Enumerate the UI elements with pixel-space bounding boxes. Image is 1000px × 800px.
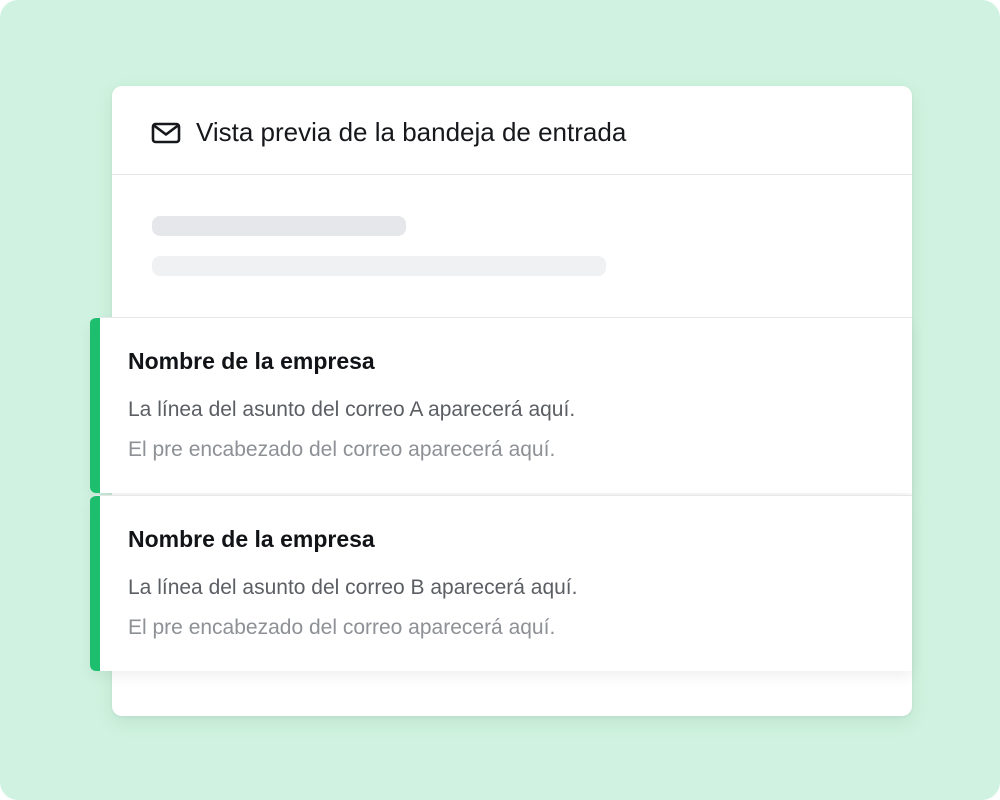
email-preview-a[interactable]: Nombre de la empresa La línea del asunto… <box>90 317 912 493</box>
email-subject: La línea del asunto del correo A aparece… <box>128 398 576 421</box>
skeleton-line-1 <box>152 216 406 236</box>
page-background: Vista previa de la bandeja de entrada No… <box>0 0 1000 800</box>
card-header: Vista previa de la bandeja de entrada <box>112 86 912 175</box>
email-subject: La línea del asunto del correo B aparece… <box>128 576 578 599</box>
email-preview-b[interactable]: Nombre de la empresa La línea del asunto… <box>90 495 912 671</box>
email-sender: Nombre de la empresa <box>128 348 375 374</box>
email-sender: Nombre de la empresa <box>128 526 375 552</box>
skeleton-line-2 <box>152 256 606 276</box>
accent-bar <box>90 318 100 493</box>
page-title: Vista previa de la bandeja de entrada <box>196 117 627 147</box>
email-preheader: El pre encabezado del correo aparecerá a… <box>128 438 556 461</box>
accent-bar <box>90 496 100 671</box>
mail-icon <box>151 122 181 144</box>
email-preheader: El pre encabezado del correo aparecerá a… <box>128 616 556 639</box>
